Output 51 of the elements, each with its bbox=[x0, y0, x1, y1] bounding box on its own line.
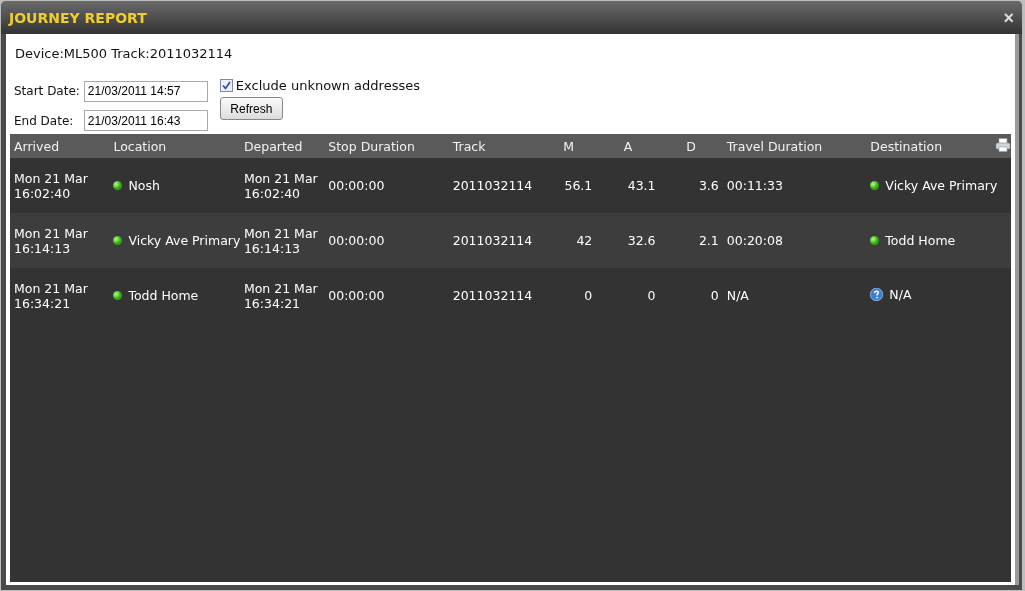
refresh-button[interactable]: Refresh bbox=[219, 97, 283, 120]
travel-duration-cell: N/A bbox=[726, 288, 749, 303]
travel-duration-cell: 00:20:08 bbox=[726, 233, 783, 248]
track-cell: 2011032114 bbox=[452, 288, 533, 303]
departed-cell: Mon 21 Mar 16:14:13 bbox=[243, 225, 318, 256]
end-date-label: End Date: bbox=[14, 113, 75, 128]
window-title: JOURNEY REPORT bbox=[9, 9, 147, 26]
d-cell: 0 bbox=[710, 288, 719, 303]
destination-cell: N/A bbox=[889, 287, 912, 302]
departed-cell: Mon 21 Mar 16:02:40 bbox=[243, 170, 318, 201]
destination-cell: Todd Home bbox=[885, 233, 956, 248]
a-cell: 32.6 bbox=[627, 233, 656, 248]
stop-duration-cell: 00:00:00 bbox=[328, 178, 385, 193]
column-header: M bbox=[563, 138, 575, 154]
column-header: Location bbox=[113, 138, 167, 154]
exclude-checkbox[interactable] bbox=[219, 79, 233, 92]
stop-duration-cell: 00:00:00 bbox=[328, 233, 385, 248]
arrived-cell: Mon 21 Mar 16:34:21 bbox=[14, 280, 88, 311]
arrived-cell: Mon 21 Mar 16:02:40 bbox=[14, 170, 88, 201]
track-cell: 2011032114 bbox=[452, 233, 533, 248]
location-cell: Vicky Ave Primary bbox=[128, 233, 241, 248]
travel-duration-cell: 00:11:33 bbox=[726, 178, 783, 193]
start-date-field[interactable]: 21/03/2011 14:57 bbox=[83, 80, 208, 102]
track-cell: 2011032114 bbox=[452, 178, 533, 193]
d-cell: 2.1 bbox=[698, 233, 719, 248]
end-date-field[interactable]: 21/03/2011 16:43 bbox=[83, 110, 208, 132]
column-header: Stop Duration bbox=[328, 138, 415, 154]
m-cell: 56.1 bbox=[564, 178, 593, 193]
destination-cell: Vicky Ave Primary bbox=[885, 178, 998, 193]
start-date-label: Start Date: bbox=[14, 84, 80, 99]
column-header: Destination bbox=[870, 138, 943, 154]
column-header: Arrived bbox=[14, 138, 60, 154]
column-header: Track bbox=[452, 138, 486, 154]
a-cell: 43.1 bbox=[627, 178, 656, 193]
stop-duration-cell: 00:00:00 bbox=[328, 288, 385, 303]
m-cell: 0 bbox=[584, 288, 593, 303]
column-header: D bbox=[686, 138, 696, 154]
a-cell: 0 bbox=[647, 288, 656, 303]
arrived-cell: Mon 21 Mar 16:14:13 bbox=[14, 225, 88, 256]
close-button[interactable]: × bbox=[1003, 8, 1014, 27]
print-icon[interactable] bbox=[994, 137, 1011, 152]
column-header: Departed bbox=[243, 138, 303, 154]
departed-cell: Mon 21 Mar 16:34:21 bbox=[243, 280, 318, 311]
column-header: Travel Duration bbox=[726, 138, 823, 154]
column-header: A bbox=[623, 138, 633, 154]
location-cell: Todd Home bbox=[128, 288, 199, 303]
d-cell: 3.6 bbox=[698, 178, 719, 193]
location-cell: Nosh bbox=[128, 178, 160, 193]
device-info: Device:ML500 Track:2011032114 bbox=[14, 45, 234, 63]
m-cell: 42 bbox=[576, 233, 593, 248]
exclude-label: Exclude unknown addresses bbox=[235, 78, 420, 93]
